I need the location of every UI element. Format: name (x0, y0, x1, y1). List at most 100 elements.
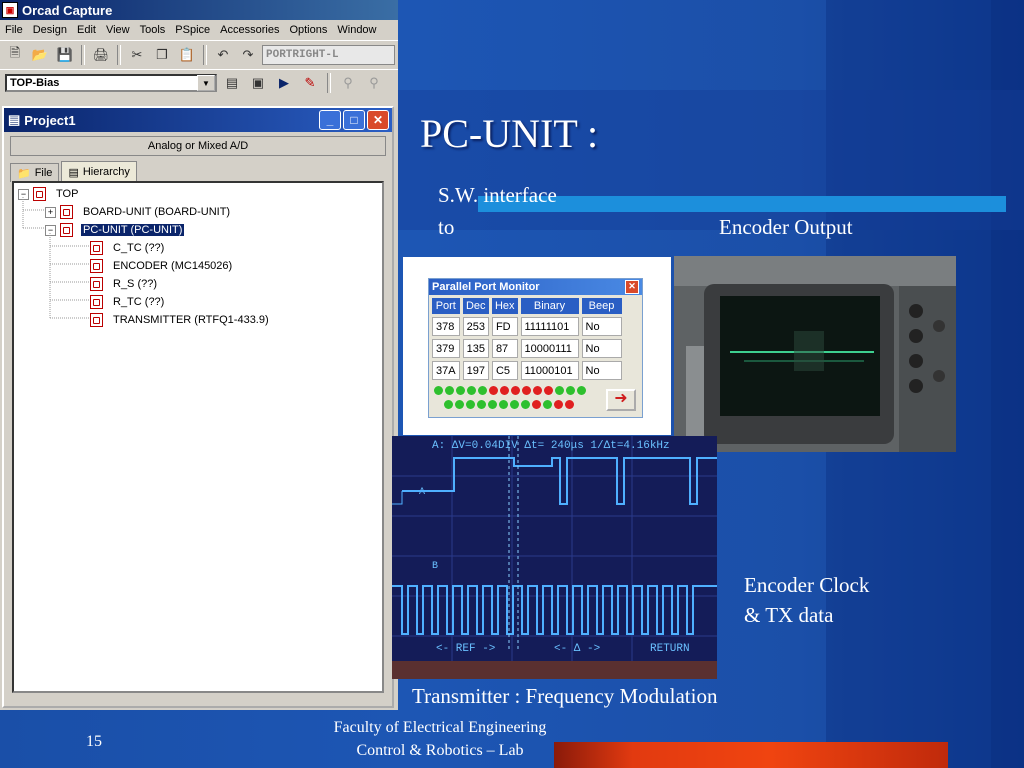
green-led-icon (566, 386, 575, 395)
close-icon[interactable]: ✕ (367, 110, 389, 130)
run-icon[interactable]: ▶ (273, 73, 295, 93)
oscilloscope-photo (674, 256, 956, 452)
tree-lines (22, 197, 90, 319)
design-combo[interactable]: TOP-Bias ▼ (5, 74, 217, 92)
cell[interactable]: No (581, 317, 622, 336)
sw-line-2: to (438, 215, 455, 239)
part-field[interactable]: PORTRIGHT-L (262, 45, 395, 65)
tab-file[interactable]: 📁 File (10, 163, 60, 182)
hierarchy-tool-icon[interactable]: ▤ (221, 73, 243, 93)
green-led-icon (543, 400, 552, 409)
cell: 87 (491, 339, 518, 358)
oscilloscope-trace-photo: A: ΔV=0.04DIV Δt= 240μs 1/Δt=4.16kHz A B… (392, 436, 717, 679)
footer-faculty: Faculty of Electrical Engineering (333, 719, 547, 736)
col-dec: Dec (462, 298, 489, 314)
green-led-icon (488, 400, 497, 409)
tree-node-label: R_S (??) (113, 278, 158, 290)
sw-interface-text: S.W. interface to (438, 179, 557, 243)
tree-node-label: ENCODER (MC145026) (113, 260, 233, 272)
accent-bar (478, 196, 1006, 212)
tree-node[interactable]: TRANSMITTER (RTFQ1-433.9) (90, 313, 269, 327)
menu-edit[interactable]: Edit (72, 24, 101, 36)
tab-hierarchy-label: Hierarchy (82, 166, 130, 178)
channel-b-label: B (432, 561, 438, 572)
cell: 378 (432, 317, 460, 336)
zoom-icon[interactable]: ⚲ (337, 73, 359, 93)
cell[interactable]: No (581, 339, 622, 358)
save-icon[interactable]: 💾 (54, 45, 76, 65)
cell: 135 (462, 339, 489, 358)
caption-clock-line-1: Encoder Clock (744, 573, 870, 597)
red-led-icon (500, 386, 509, 395)
paste-icon[interactable]: 📋 (176, 45, 198, 65)
maximize-icon[interactable]: □ (343, 110, 365, 130)
menu-file[interactable]: File (0, 24, 28, 36)
toolbar-separator (203, 45, 207, 65)
arrow-right-icon[interactable]: ➜ (606, 389, 636, 411)
secondary-toolbar: TOP-Bias ▼ ▤ ▣ ▶ ✎ ⚲ ⚲ (0, 70, 398, 96)
cell: 253 (462, 317, 489, 336)
probe-icon[interactable]: ✎ (299, 73, 321, 93)
open-icon[interactable]: 📂 (29, 45, 51, 65)
cut-icon[interactable]: ✂ (126, 45, 148, 65)
tree-node-label: C_TC (??) (113, 242, 165, 254)
undo-icon[interactable]: ↶ (212, 45, 234, 65)
menu-window[interactable]: Window (332, 24, 381, 36)
toolbar-separator (327, 73, 331, 93)
toolbar-separator (117, 45, 121, 65)
tree-node-label: R_TC (??) (113, 296, 165, 308)
led-row (432, 386, 602, 400)
caption-encoder-clock: Encoder Clock & TX data (744, 570, 869, 630)
ppm-title: Parallel Port Monitor (432, 281, 540, 293)
red-led-icon (522, 386, 531, 395)
green-led-icon (456, 386, 465, 395)
caption-encoder-output: Encoder Output (719, 215, 853, 239)
print-icon[interactable]: 🖨 (90, 45, 112, 65)
copy-icon[interactable]: ❐ (151, 45, 173, 65)
menu-tools[interactable]: Tools (135, 24, 171, 36)
menu-view[interactable]: View (101, 24, 135, 36)
green-led-icon (466, 400, 475, 409)
zoom-options-icon[interactable]: ⚲ (363, 73, 385, 93)
green-led-icon (499, 400, 508, 409)
project-title: Project1 (24, 112, 76, 128)
menu-options[interactable]: Options (284, 24, 332, 36)
col-binary: Binary (520, 298, 579, 314)
new-icon[interactable]: 🗎 (4, 45, 26, 65)
slide-title: PC-UNIT : (420, 111, 599, 156)
green-led-icon (445, 386, 454, 395)
close-icon[interactable]: ✕ (625, 280, 639, 294)
menu-accessories[interactable]: Accessories (215, 24, 284, 36)
red-led-icon (533, 386, 542, 395)
project-window: ▤ Project1 _ □ ✕ Analog or Mixed A/D 📁 F… (2, 106, 394, 708)
orcad-app-icon: ▣ (2, 2, 18, 18)
cell: 10000111 (520, 339, 579, 358)
red-led-icon (511, 386, 520, 395)
minimize-icon[interactable]: _ (319, 110, 341, 130)
tab-hierarchy[interactable]: ▤ Hierarchy (61, 161, 137, 182)
project-icon: ▤ (8, 112, 21, 127)
redo-icon[interactable]: ↷ (237, 45, 259, 65)
scope-readout: A: ΔV=0.04DIV Δt= 240μs 1/Δt=4.16kHz (432, 440, 670, 452)
cell: 11000101 (520, 361, 579, 380)
col-hex: Hex (491, 298, 518, 314)
page-number: 15 (86, 733, 102, 750)
main-toolbar: 🗎 📂 💾 🖨 ✂ ❐ 📋 ↶ ↷ PORTRIGHT-L (0, 41, 398, 70)
folder-icon: 📁 (17, 167, 31, 180)
green-led-icon (455, 400, 464, 409)
green-led-icon (444, 400, 453, 409)
oscilloscope-drawing (674, 256, 956, 452)
menu-design[interactable]: Design (28, 24, 72, 36)
mode-label: Analog or Mixed A/D (10, 136, 386, 156)
table-header: Port Dec Hex Binary Beep (432, 298, 622, 314)
cell[interactable]: No (581, 361, 622, 380)
port-table: Port Dec Hex Binary Beep 378 253 FD 1111… (429, 295, 625, 383)
led-indicators (432, 386, 602, 414)
window-tool-icon[interactable]: ▣ (247, 73, 269, 93)
orcad-titlebar: ▣ Orcad Capture (0, 0, 398, 20)
design-combo-value: TOP-Bias (10, 77, 60, 89)
table-row: 378 253 FD 11111101 No (432, 317, 622, 336)
footer-bar (554, 742, 948, 768)
menu-pspice[interactable]: PSpice (170, 24, 215, 36)
chevron-down-icon[interactable]: ▼ (197, 75, 215, 91)
